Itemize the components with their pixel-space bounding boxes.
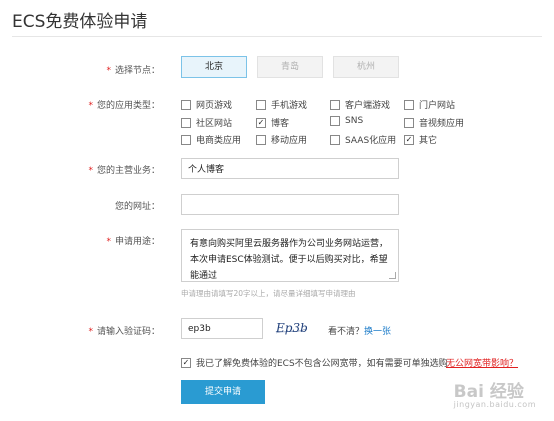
- cant-see-text: 看不清？: [328, 327, 365, 337]
- checkbox-checked[interactable]: ✓: [256, 117, 266, 128]
- node-option-qingdao[interactable]: 青岛: [257, 56, 323, 78]
- checkbox[interactable]: [404, 99, 414, 110]
- required-mark: *: [106, 237, 111, 247]
- refresh-captcha-link[interactable]: 换一张: [364, 327, 391, 337]
- checkbox[interactable]: [181, 117, 191, 128]
- checkbox[interactable]: [330, 134, 340, 145]
- checkbox[interactable]: [330, 99, 340, 110]
- checkbox-checked[interactable]: ✓: [404, 134, 414, 145]
- app-type-option[interactable]: 门户网站: [404, 98, 455, 111]
- app-type-option[interactable]: 移动应用: [256, 133, 307, 146]
- checkbox[interactable]: [181, 134, 191, 145]
- title-divider: [12, 36, 542, 37]
- captcha-image[interactable]: Ep3b: [274, 318, 308, 338]
- checkbox[interactable]: [330, 116, 340, 126]
- required-mark: *: [88, 101, 93, 111]
- app-type-option[interactable]: 社区网站: [181, 116, 232, 129]
- node-label: * 选择节点：: [106, 66, 160, 76]
- app-type-option[interactable]: 手机游戏: [256, 98, 307, 111]
- checkbox[interactable]: [404, 117, 414, 128]
- app-type-option[interactable]: SAAS化应用: [330, 133, 396, 146]
- watermark-logo: Bai 经验 jingyan.baidu.com: [453, 382, 536, 409]
- captcha-text: Ep3b: [275, 321, 308, 335]
- purpose-textarea[interactable]: 有意向购买阿里云服务器作为公司业务网站运营，本次申请ESC体验测试。便于以后购买…: [181, 229, 399, 282]
- required-mark: *: [106, 66, 111, 76]
- page-title: ECS免费体验申请: [12, 12, 148, 32]
- checkbox[interactable]: [256, 99, 266, 110]
- captcha-refresh: 看不清？换一张: [328, 324, 391, 337]
- main-business-label: * 您的主营业务：: [88, 166, 160, 176]
- app-type-option[interactable]: ✓ 其它: [404, 133, 437, 146]
- app-type-option[interactable]: ✓ 博客: [256, 116, 289, 129]
- captcha-label: * 请输入验证码：: [88, 327, 160, 337]
- agreement-checkbox[interactable]: ✓: [181, 357, 191, 368]
- captcha-input[interactable]: ep3b: [181, 318, 263, 339]
- required-mark: *: [88, 327, 93, 337]
- purpose-text: 有意向购买阿里云服务器作为公司业务网站运营，本次申请ESC体验测试。便于以后购买…: [190, 239, 389, 281]
- node-option-beijing[interactable]: 北京: [181, 56, 247, 78]
- bandwidth-help-link[interactable]: 无公网宽带影响？: [446, 356, 518, 369]
- app-type-option[interactable]: 电商类应用: [181, 133, 241, 146]
- agreement-checkbox-row[interactable]: ✓ 我已了解免费体验的ECS不包含公网宽带，如有需要可单独选购: [181, 356, 448, 369]
- purpose-hint: 申请理由请填写20字以上，请尽量详细填写申请理由: [181, 289, 356, 298]
- resize-handle-icon[interactable]: [389, 272, 396, 279]
- website-input[interactable]: [181, 194, 399, 215]
- purpose-label: * 申请用途：: [106, 237, 160, 247]
- required-mark: *: [88, 166, 93, 176]
- node-option-hangzhou[interactable]: 杭州: [333, 56, 399, 78]
- app-type-label: * 您的应用类型：: [88, 101, 160, 111]
- submit-button[interactable]: 提交申请: [181, 380, 265, 404]
- checkbox[interactable]: [181, 99, 191, 110]
- main-business-input[interactable]: 个人博客: [181, 158, 399, 179]
- app-type-option[interactable]: 音视频应用: [404, 116, 464, 129]
- website-label: 您的网址：: [114, 202, 160, 212]
- app-type-option[interactable]: SNS: [330, 116, 363, 126]
- app-type-option[interactable]: 网页游戏: [181, 98, 232, 111]
- app-type-option[interactable]: 客户端游戏: [330, 98, 390, 111]
- checkbox[interactable]: [256, 134, 266, 145]
